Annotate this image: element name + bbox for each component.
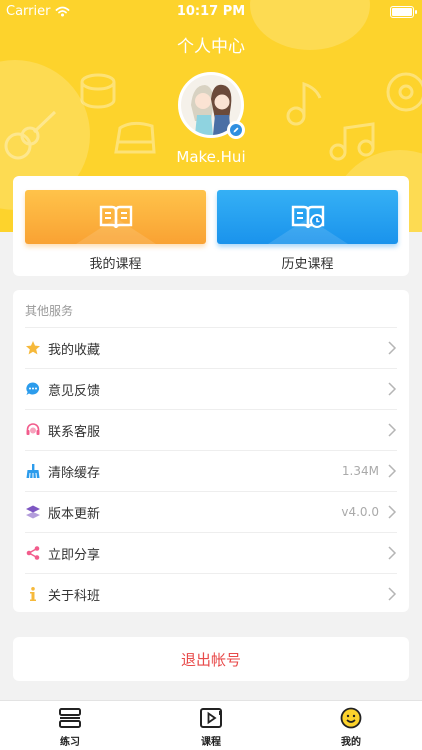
chevron-right-icon xyxy=(388,546,397,560)
music-note-decoration-icon xyxy=(286,81,322,126)
chevron-right-icon xyxy=(388,341,397,355)
service-label: 意见反馈 xyxy=(48,383,101,399)
service-item-feedback[interactable]: 意见反馈 xyxy=(25,368,397,409)
tab-courses[interactable]: 课程 xyxy=(176,707,246,748)
edit-avatar-badge[interactable] xyxy=(227,121,245,139)
service-label: 立即分享 xyxy=(48,547,101,563)
record-decoration-icon xyxy=(386,72,422,112)
practice-icon xyxy=(58,707,82,729)
service-item-clear-cache[interactable]: 清除缓存 1.34M xyxy=(25,450,397,491)
services-title: 其他服务 xyxy=(25,304,74,318)
chevron-right-icon xyxy=(388,423,397,437)
headset-icon xyxy=(25,422,41,438)
service-label: 我的收藏 xyxy=(48,342,101,358)
smiley-profile-icon xyxy=(339,707,363,729)
chevron-right-icon xyxy=(388,587,397,601)
service-item-favorites[interactable]: 我的收藏 xyxy=(25,327,397,368)
history-courses-button[interactable] xyxy=(217,190,398,244)
pencil-icon xyxy=(230,124,242,136)
page-title: 个人中心 xyxy=(177,37,245,57)
info-icon xyxy=(25,586,41,602)
chevron-right-icon xyxy=(388,505,397,519)
logout-button[interactable]: 退出帐号 xyxy=(13,637,409,681)
course-card: 我的课程 历史课程 xyxy=(13,176,409,276)
service-item-contact-support[interactable]: 联系客服 xyxy=(25,409,397,450)
battery-icon xyxy=(390,6,417,18)
tab-label: 我的 xyxy=(341,737,361,748)
broom-icon xyxy=(25,463,41,479)
chevron-right-icon xyxy=(388,382,397,396)
history-courses-label[interactable]: 历史课程 xyxy=(217,253,398,272)
star-icon xyxy=(25,340,41,356)
version-value: v4.0.0 xyxy=(341,505,379,519)
my-courses-label[interactable]: 我的课程 xyxy=(25,253,206,272)
video-course-icon xyxy=(199,707,223,729)
drum-decoration-icon xyxy=(80,73,116,109)
service-item-about[interactable]: 关于科班 xyxy=(25,573,397,614)
tab-label: 课程 xyxy=(201,737,221,748)
service-label: 关于科班 xyxy=(48,588,101,604)
chat-bubble-icon xyxy=(25,381,41,397)
service-item-share[interactable]: 立即分享 xyxy=(25,532,397,573)
chevron-right-icon xyxy=(388,464,397,478)
service-item-version-update[interactable]: 版本更新 v4.0.0 xyxy=(25,491,397,532)
tab-practice[interactable]: 练习 xyxy=(35,707,105,748)
tab-bar: 练习 课程 我的 xyxy=(0,700,422,750)
tab-mine[interactable]: 我的 xyxy=(316,707,386,748)
cache-size-value: 1.34M xyxy=(341,464,379,478)
layers-icon xyxy=(25,504,41,520)
share-icon xyxy=(25,545,41,561)
other-services-card: 其他服务 我的收藏 意见反馈 联系客服 清除缓存 1.34M 版本更新 v4.0… xyxy=(13,290,409,612)
service-label: 清除缓存 xyxy=(48,465,101,481)
service-label: 联系客服 xyxy=(48,424,101,440)
username: Make.Hui xyxy=(176,148,246,166)
my-courses-button[interactable] xyxy=(25,190,206,244)
tab-label: 练习 xyxy=(60,737,80,748)
status-bar: Carrier 10:17 PM xyxy=(0,0,422,24)
service-label: 版本更新 xyxy=(48,506,101,522)
clock: 10:17 PM xyxy=(176,4,246,19)
